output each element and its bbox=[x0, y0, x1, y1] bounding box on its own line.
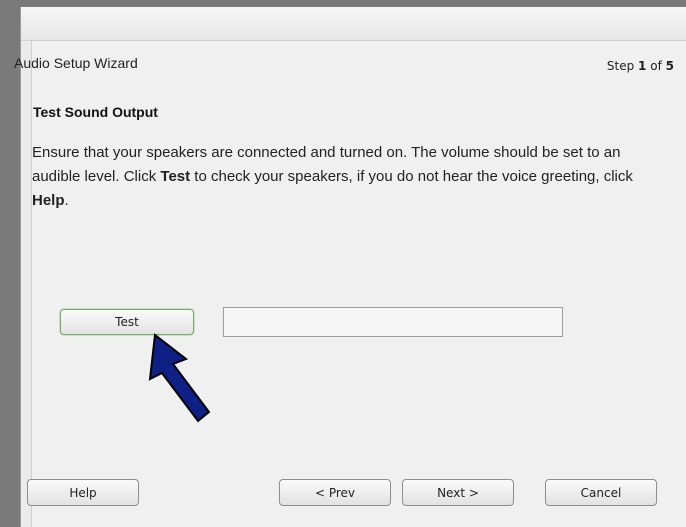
pointer-arrow-icon bbox=[148, 333, 211, 423]
wizard-title: Audio Setup Wizard bbox=[14, 55, 138, 71]
prev-button-label: < Prev bbox=[314, 485, 356, 500]
instructions-part-3: . bbox=[64, 192, 69, 209]
window-titlebar bbox=[21, 7, 686, 41]
next-button-label: Next > bbox=[437, 485, 479, 500]
prev-button[interactable]: < Prev bbox=[279, 479, 391, 506]
cancel-button-label: Cancel bbox=[580, 485, 622, 500]
section-title: Test Sound Output bbox=[33, 104, 158, 120]
test-button-label: Test bbox=[115, 315, 139, 329]
step-of: of bbox=[650, 59, 662, 73]
arrow-shape bbox=[148, 333, 211, 423]
step-indicator: Step 1 of 5 bbox=[607, 59, 674, 73]
instructions-text: Ensure that your speakers are connected … bbox=[32, 141, 642, 213]
instructions-help-keyword: Help bbox=[32, 192, 65, 209]
instructions-part-2: to check your speakers, if you do not he… bbox=[190, 168, 633, 185]
cancel-button[interactable]: Cancel bbox=[545, 479, 657, 506]
wizard-window bbox=[20, 7, 686, 527]
next-button[interactable]: Next > bbox=[402, 479, 514, 506]
help-button[interactable]: Help bbox=[27, 479, 139, 506]
step-current: 1 bbox=[638, 59, 647, 73]
test-result-field bbox=[223, 307, 563, 337]
step-total: 5 bbox=[665, 59, 674, 73]
step-label: Step bbox=[606, 59, 635, 73]
instructions-test-keyword: Test bbox=[160, 168, 191, 185]
help-button-label: Help bbox=[69, 485, 97, 500]
